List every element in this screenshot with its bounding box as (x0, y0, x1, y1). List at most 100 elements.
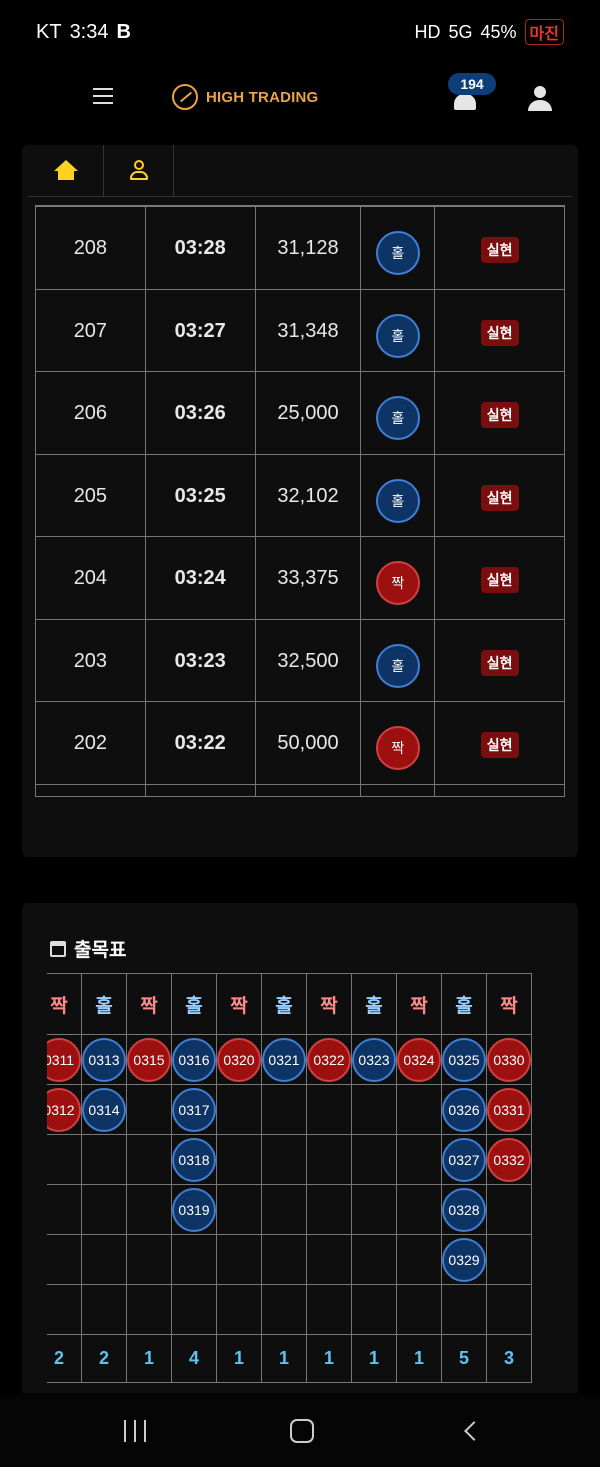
grid-cell: 0331 (486, 1084, 532, 1135)
grid-cell: 0325 (441, 1034, 487, 1085)
tab-home[interactable] (28, 145, 104, 197)
table-row: 205 03:25 32,102 홀 실현 (35, 453, 565, 537)
result-cell: 홀 (360, 618, 436, 702)
grid-cell (441, 1284, 487, 1335)
history-grid: 짝홀짝홀짝홀짝홀짝홀짝80311031303150316032003210322… (47, 973, 532, 1383)
grid-cell (351, 1134, 397, 1185)
grid-cell (47, 1234, 82, 1285)
grid-cell (81, 1234, 127, 1285)
grid-cell (486, 1234, 532, 1285)
even-result-ball: 짝 (375, 561, 420, 605)
clock: 3:34 (69, 20, 109, 43)
partial-cell (35, 783, 146, 797)
grid-cell: 0324 (396, 1034, 442, 1085)
streak-count-cell: 1 (216, 1334, 262, 1383)
grid-row: 0329 (47, 1234, 532, 1285)
grid-cell: 0332 (486, 1134, 532, 1185)
grid-header-cell: 홀 (171, 973, 217, 1035)
grid-cell (486, 1284, 532, 1335)
odd-result-ball: 홀 (375, 478, 420, 523)
grid-cell (47, 1184, 82, 1235)
result-cell: 홀 (360, 206, 436, 290)
even-round-chip: 0322 (307, 1037, 351, 1082)
odd-result-ball: 홀 (375, 231, 420, 275)
home-button[interactable] (262, 1395, 342, 1467)
odd-result-ball: 홀 (375, 396, 420, 440)
odd-round-chip: 0326 (442, 1087, 486, 1132)
grid-cell (216, 1234, 262, 1285)
user-profile-icon[interactable] (526, 86, 554, 112)
grid-header-cell: 짝 (486, 973, 532, 1035)
streak-count-cell: 1 (126, 1334, 172, 1383)
streak-count-cell: 1 (306, 1334, 352, 1383)
odd-round-chip: 0314 (82, 1087, 126, 1132)
grid-header-row: 짝홀짝홀짝홀짝홀짝홀짝 (47, 973, 532, 1035)
brand-logo[interactable]: HIGH TRADING (172, 84, 318, 110)
grid-cell: 0315 (126, 1034, 172, 1085)
grid-header-cell: 홀 (351, 973, 397, 1035)
grid-cell (216, 1084, 262, 1135)
streak-count-cell: 4 (171, 1334, 217, 1383)
round-cell: 203 (35, 618, 146, 702)
value-cell: 50,000 (254, 701, 362, 785)
grid-header-cell: 짝 (216, 973, 262, 1035)
even-round-chip: 0332 (487, 1137, 531, 1182)
time-cell: 03:24 (144, 536, 256, 620)
history-grid-scroll[interactable]: 짝홀짝홀짝홀짝홀짝홀짝80311031303150316032003210322… (47, 973, 553, 1393)
partial-cell (434, 783, 565, 797)
hamburger-menu-icon[interactable] (93, 88, 113, 104)
grid-cell: 0330 (486, 1034, 532, 1085)
history-card: 출목표 짝홀짝홀짝홀짝홀짝홀짝8031103130315031603200321… (22, 903, 578, 1393)
even-round-chip: 0315 (127, 1037, 171, 1082)
grid-header-cell: 짝 (126, 973, 172, 1035)
odd-round-chip: 0318 (172, 1137, 216, 1182)
grid-cell (126, 1284, 172, 1335)
tab-my-page[interactable] (104, 145, 174, 197)
battery-level: 45% (480, 21, 517, 42)
grid-cell (81, 1134, 127, 1185)
odd-result-ball: 홀 (375, 313, 420, 358)
odd-result-ball: 홀 (375, 643, 420, 688)
logo-chart-icon (172, 84, 198, 110)
value-cell: 32,500 (254, 618, 362, 702)
table-row: 206 03:26 25,000 홀 실현 (35, 371, 565, 455)
odd-round-chip: 0323 (352, 1037, 396, 1082)
round-cell: 208 (35, 206, 146, 290)
grid-cell: 0318 (171, 1134, 217, 1185)
grid-cell (216, 1284, 262, 1335)
status-cell: 실현 (434, 618, 565, 702)
back-button[interactable] (430, 1395, 510, 1467)
status-badge: 실현 (480, 732, 519, 758)
grid-cell: 0327 (441, 1134, 487, 1185)
streak-count-cell: 1 (351, 1334, 397, 1383)
table-row: 203 03:23 32,500 홀 실현 (35, 618, 565, 702)
hd-voice-icon: HD (414, 21, 441, 42)
status-cell: 실현 (434, 206, 565, 290)
grid-row: 903120314031703260331 (47, 1084, 532, 1135)
grid-cell (47, 1134, 82, 1185)
watermark-logo: 마진 (524, 19, 564, 45)
status-badge: 실현 (480, 237, 519, 263)
partial-cell (254, 783, 362, 797)
grid-cell (261, 1234, 307, 1285)
grid-cell (261, 1284, 307, 1335)
round-cell: 207 (35, 288, 146, 372)
time-cell: 03:26 (144, 371, 256, 455)
status-badge: 실현 (480, 402, 519, 428)
history-title-text: 출목표 (74, 940, 127, 961)
odd-round-chip: 0327 (442, 1137, 486, 1182)
round-cell: 204 (35, 536, 146, 620)
streak-count-cell: 2 (47, 1334, 82, 1383)
odd-round-chip: 0317 (172, 1087, 216, 1132)
result-cell: 홀 (360, 453, 436, 537)
grid-cell: 0312 (47, 1084, 82, 1135)
grid-cell (81, 1184, 127, 1235)
network-type: 5G (448, 21, 473, 42)
grid-cell: 0321 (261, 1034, 307, 1085)
grid-row: 8031103130315031603200321032203230324032… (47, 1034, 532, 1085)
result-cell: 짝 (360, 701, 436, 785)
streak-count-cell: 3 (486, 1334, 532, 1383)
status-cell: 실현 (434, 536, 565, 620)
recent-apps-button[interactable] (95, 1395, 175, 1467)
streak-count-cell: 5 (441, 1334, 487, 1383)
